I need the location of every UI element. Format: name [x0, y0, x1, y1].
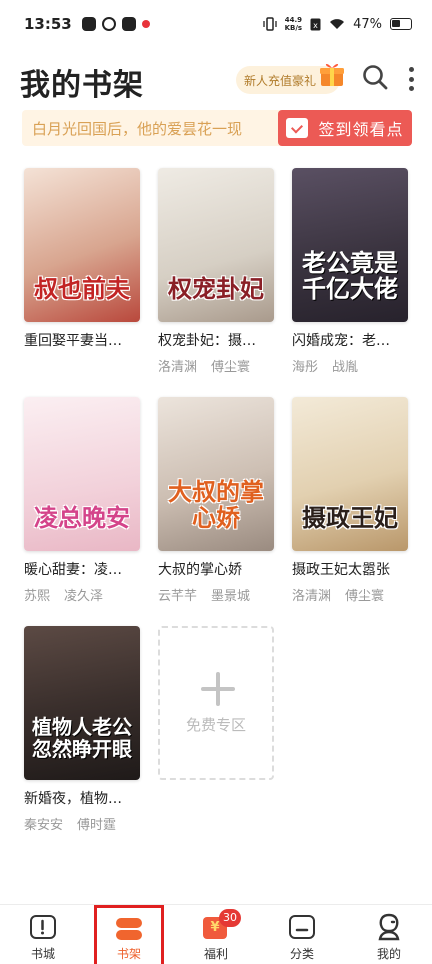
- checkin-label: 签到领看点: [318, 120, 404, 139]
- category-icon: [289, 915, 315, 939]
- nav-label: 分类: [289, 947, 314, 961]
- sim-icon: x: [310, 18, 321, 30]
- more-menu-icon[interactable]: [400, 64, 422, 94]
- author-name: 苏熙: [24, 589, 51, 604]
- status-time: 13:53: [24, 15, 72, 33]
- book-title: 新婚夜，植物…: [24, 791, 122, 807]
- recharge-promo-button[interactable]: 新人充值豪礼: [236, 63, 344, 94]
- battery-percent: 47%: [353, 16, 382, 32]
- book-authors: 苏熙 凌久泽: [24, 585, 140, 604]
- nav-bookshelf[interactable]: 书架: [94, 905, 164, 964]
- author-name: 凌久泽: [64, 589, 104, 604]
- net-speed-unit: KB/s: [284, 24, 303, 32]
- recharge-promo-label: 新人充值豪礼: [244, 73, 317, 88]
- nav-bookstore[interactable]: 书城: [0, 905, 86, 964]
- author-name: 傅尘寰: [211, 360, 251, 375]
- book-cover-text: 老公竟是千亿大佬: [302, 249, 398, 303]
- book-cover[interactable]: 权宠卦妃: [158, 168, 274, 322]
- book-cover[interactable]: 植物人老公忽然睁开眼: [24, 626, 140, 780]
- page-title: 我的书架: [20, 68, 144, 103]
- wifi-icon: [330, 19, 345, 29]
- book-authors: 云芊芊 墨景城: [158, 585, 274, 604]
- gift-icon: [320, 63, 344, 86]
- book-cover-text: 植物人老公忽然睁开眼: [32, 715, 132, 761]
- book-authors: 海彤 战胤: [292, 356, 408, 375]
- author-name: 傅尘寰: [345, 589, 385, 604]
- book-cover-text: 凌总晚安: [34, 504, 130, 532]
- vibrate-icon: [262, 17, 277, 31]
- author-name: 傅时霆: [77, 818, 117, 833]
- bottom-nav: 书城 书架 ¥ 30 福利 分类 我的: [0, 904, 432, 964]
- tv-app-icon: [121, 17, 136, 31]
- book-title: 权宠卦妃：摄…: [158, 333, 256, 349]
- book-item[interactable]: 大叔的掌心娇 大叔的掌心娇 云芊芊 墨景城: [158, 397, 274, 604]
- free-zone-label: 免费专区: [185, 716, 246, 734]
- book-item[interactable]: 植物人老公忽然睁开眼 新婚夜，植物… 秦安安 傅时霆: [24, 626, 140, 833]
- book-item[interactable]: 凌总晚安 暖心甜妻：凌… 苏熙 凌久泽: [24, 397, 140, 604]
- book-icon: [30, 915, 56, 939]
- battery-icon: [390, 18, 412, 30]
- author-name: 海彤: [292, 360, 319, 375]
- nav-label: 福利: [203, 947, 228, 961]
- book-authors: 洛清渊 傅尘寰: [292, 585, 408, 604]
- header: 我的书架 新人充值豪礼: [0, 52, 432, 108]
- svg-text:x: x: [313, 21, 318, 30]
- bookshelf-icon: [116, 916, 142, 940]
- book-cover[interactable]: 摄政王妃: [292, 397, 408, 551]
- tiktok-icon: [81, 17, 96, 31]
- welfare-badge: 30: [219, 909, 241, 927]
- book-title: 暖心甜妻：凌…: [24, 562, 122, 578]
- book-cover[interactable]: 老公竟是千亿大佬: [292, 168, 408, 322]
- loop-app-icon: [101, 17, 116, 31]
- nav-category[interactable]: 分类: [259, 905, 345, 964]
- book-cover-text: 摄政王妃: [302, 504, 398, 532]
- plus-icon: [201, 672, 235, 706]
- book-cover[interactable]: 叔也前夫: [24, 168, 140, 322]
- nav-welfare[interactable]: ¥ 30 福利: [173, 905, 259, 964]
- book-cover-text: 权宠卦妃: [168, 275, 264, 303]
- book-item[interactable]: 摄政王妃 摄政王妃太嚣张 洛清渊 傅尘寰: [292, 397, 408, 604]
- search-icon[interactable]: [362, 64, 388, 92]
- net-speed-value: 44.9: [284, 16, 302, 24]
- network-speed: 44.9 KB/s: [285, 16, 302, 32]
- author-name: 墨景城: [211, 589, 251, 604]
- book-cover-text: 叔也前夫: [34, 275, 130, 303]
- book-item[interactable]: 叔也前夫 重回娶平妻当…: [24, 168, 140, 356]
- banner-text[interactable]: 白月光回国后，他的爱昙花一现: [32, 118, 242, 139]
- checkin-button[interactable]: 签到领看点: [278, 110, 412, 146]
- book-title: 大叔的掌心娇: [158, 562, 242, 578]
- book-title: 闪婚成宠：老…: [292, 333, 390, 349]
- book-cover[interactable]: 大叔的掌心娇: [158, 397, 274, 551]
- nav-label: 书架: [116, 947, 141, 961]
- book-item[interactable]: 权宠卦妃 权宠卦妃：摄… 洛清渊 傅尘寰: [158, 168, 274, 375]
- nav-label: 我的: [376, 947, 401, 961]
- author-name: 洛清渊: [292, 589, 332, 604]
- book-authors: 洛清渊 傅尘寰: [158, 356, 274, 375]
- nav-label: 书城: [30, 947, 55, 961]
- book-title: 重回娶平妻当…: [24, 333, 122, 349]
- author-name: 秦安安: [24, 818, 64, 833]
- status-notification-icons: [81, 17, 150, 31]
- recommendation-banner[interactable]: 白月光回国后，他的爱昙花一现 签到领看点: [22, 110, 412, 146]
- status-bar: 13:53 44.9 KB/s x 47%: [0, 0, 432, 48]
- calendar-check-icon: [286, 118, 309, 138]
- author-name: 战胤: [332, 360, 359, 375]
- notification-dot-icon: [141, 20, 150, 28]
- book-title: 摄政王妃太嚣张: [292, 562, 390, 578]
- book-item[interactable]: 老公竟是千亿大佬 闪婚成宠：老… 海彤 战胤: [292, 168, 408, 375]
- nav-profile[interactable]: 我的: [346, 905, 432, 964]
- book-authors: 秦安安 傅时霆: [24, 814, 140, 833]
- book-cover[interactable]: 凌总晚安: [24, 397, 140, 551]
- author-name: 云芊芊: [158, 589, 198, 604]
- free-zone-tile[interactable]: 免费专区: [158, 626, 274, 780]
- status-right: 44.9 KB/s x 47%: [262, 16, 412, 32]
- profile-icon: [378, 913, 400, 941]
- author-name: 洛清渊: [158, 360, 198, 375]
- book-cover-text: 大叔的掌心娇: [168, 478, 264, 532]
